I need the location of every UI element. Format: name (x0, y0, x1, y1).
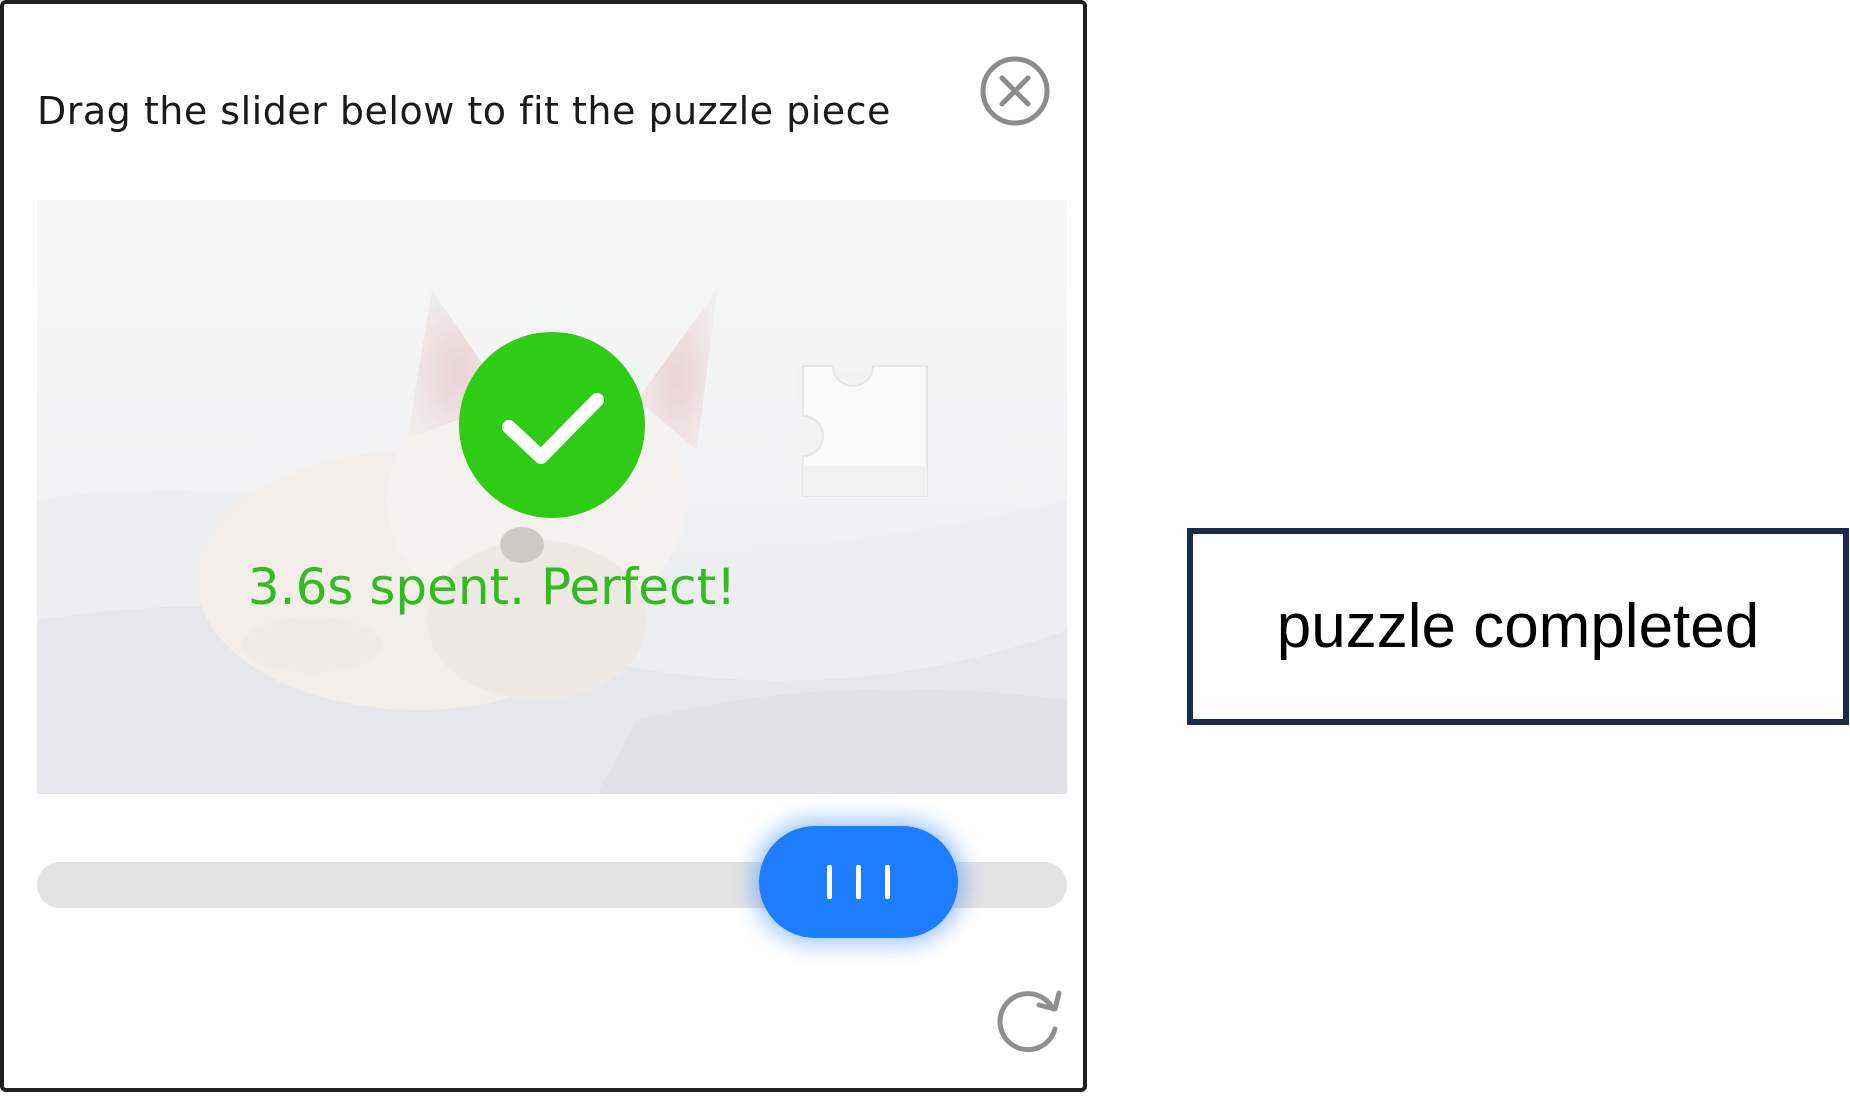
captcha-dialog: Drag the slider below to fit the puzzle … (0, 0, 1087, 1092)
refresh-icon[interactable] (989, 979, 1069, 1059)
grip-icon (885, 865, 890, 899)
instruction-text: Drag the slider below to fit the puzzle … (37, 89, 891, 133)
success-message: 3.6s spent. Perfect! (247, 558, 737, 616)
callout-label: puzzle completed (1276, 592, 1760, 661)
grip-icon (856, 865, 861, 899)
annotation-callout: puzzle completed (1187, 528, 1849, 725)
close-icon[interactable] (979, 55, 1051, 127)
grip-icon (827, 865, 832, 899)
puzzle-piece (791, 362, 937, 504)
puzzle-image-area: 3.6s spent. Perfect! (37, 200, 1067, 794)
stage: Drag the slider below to fit the puzzle … (0, 0, 1850, 1098)
check-circle-icon (459, 332, 645, 518)
slider-handle[interactable] (759, 826, 958, 938)
